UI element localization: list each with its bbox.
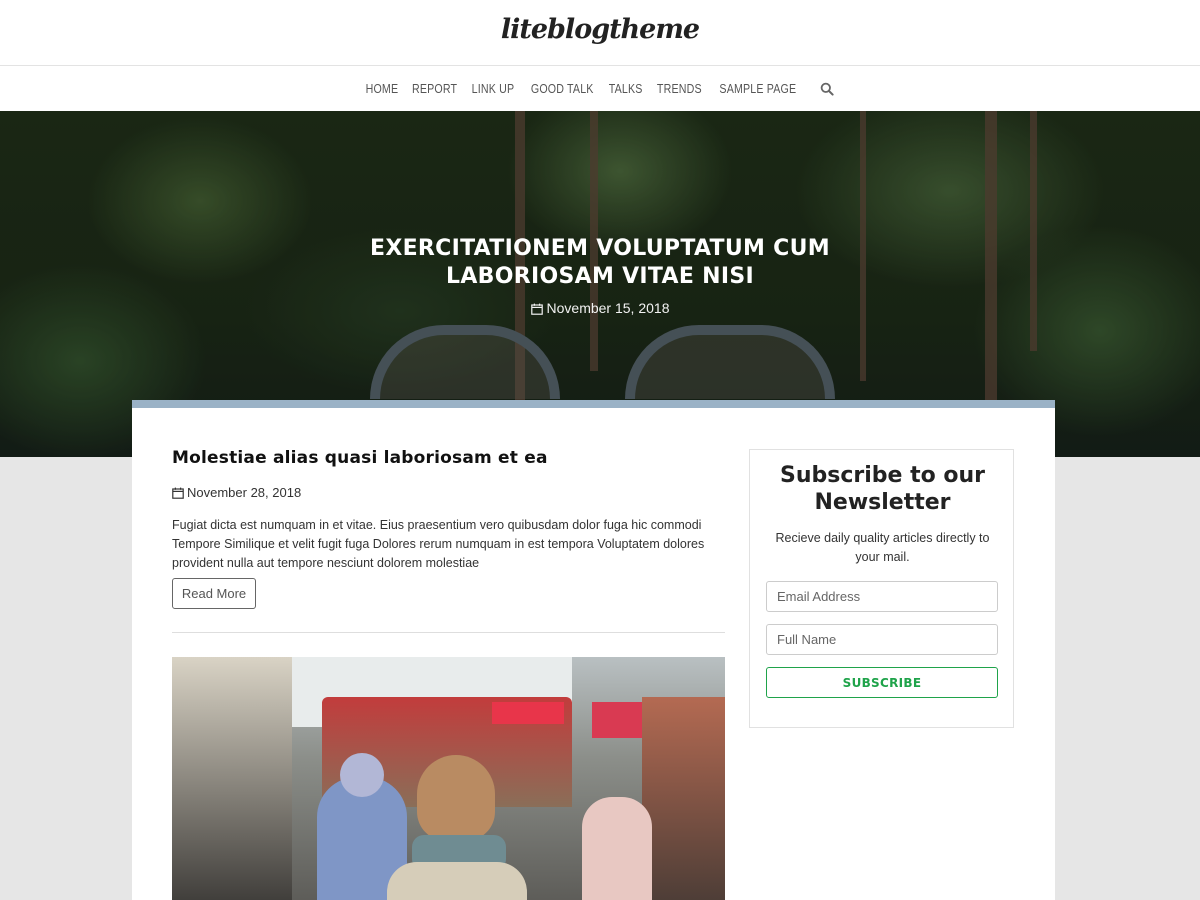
hero-date-text: November 15, 2018 [546,300,670,316]
hero-title[interactable]: EXERCITATIONEM VOLUPTATUM CUM LABORIOSAM… [290,235,910,291]
nav-item-good-talk[interactable]: GOOD TALK [531,81,594,96]
calendar-icon [530,302,543,315]
newsletter-widget: Subscribe to our Newsletter Recieve dail… [749,449,1014,728]
email-field[interactable] [766,581,998,612]
read-more-button[interactable]: Read More [172,578,256,609]
post-date: November 28, 2018 [172,485,301,500]
nav-item-talks[interactable]: TALKS [609,81,643,96]
newsletter-description: Recieve daily quality articles directly … [775,531,990,564]
image-person-head [417,755,495,841]
newsletter-title: Subscribe to our Newsletter [779,463,986,515]
post-title[interactable]: Molestiae alias quasi laboriosam et ea [172,448,548,468]
image-red-sign [492,702,564,724]
post-excerpt: Fugiat dicta est numquam in et vitae. Ei… [172,518,705,570]
post-featured-image[interactable] [172,657,725,900]
nav-item-trends[interactable]: TRENDS [657,81,702,96]
full-name-field[interactable] [766,624,998,655]
image-scooter-rider [582,797,652,900]
image-storefront-left [172,657,292,900]
search-icon[interactable] [820,82,834,96]
nav-item-report[interactable]: REPORT [412,81,457,96]
nav-item-link-up[interactable]: LINK UP [472,81,515,96]
nav-item-sample-page[interactable]: SAMPLE PAGE [720,81,797,96]
subscribe-button[interactable]: SUBSCRIBE [766,667,998,698]
site-header: liteblogtheme [0,0,1200,66]
calendar-icon [172,487,184,499]
hero-date: November 15, 2018 [0,300,1200,316]
nav-item-home[interactable]: HOME [366,81,399,96]
main-navigation: HOME REPORT LINK UP GOOD TALK TALKS TREN… [0,66,1200,111]
image-helmet [340,753,384,797]
image-storefront-right [642,697,725,900]
content-box: Molestiae alias quasi laboriosam et ea N… [132,400,1055,900]
post-divider [172,632,725,633]
site-title[interactable]: liteblogtheme [501,14,700,45]
post-date-text: November 28, 2018 [187,485,302,500]
image-person-backpack [387,862,527,900]
